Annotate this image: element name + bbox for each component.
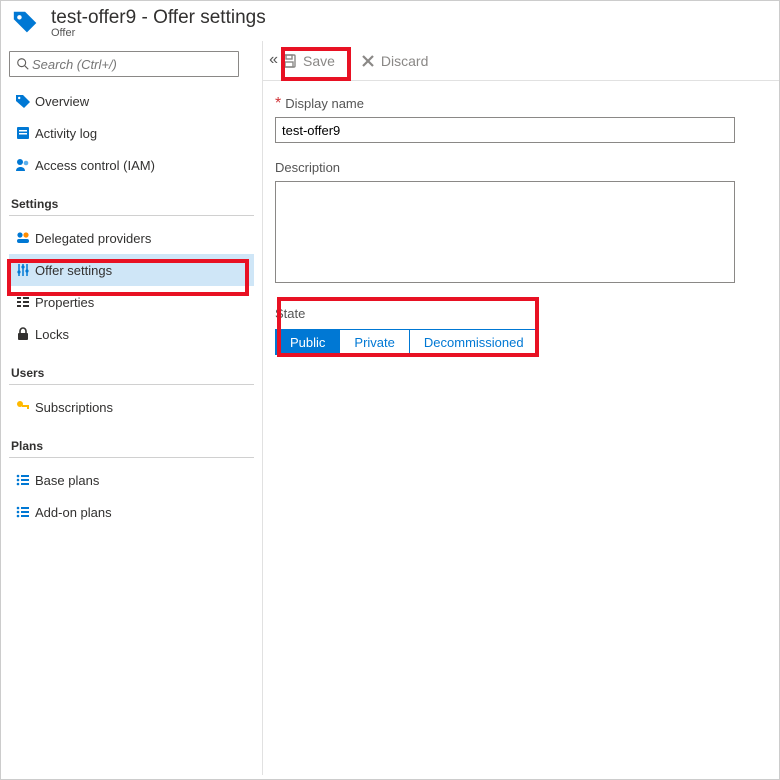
sidebar-search[interactable] <box>9 51 239 77</box>
blade-title: test-offer9 - Offer settings <box>51 7 266 29</box>
offer-tag-icon <box>11 7 41 37</box>
section-users-label: Users <box>11 366 254 380</box>
nav-label: Activity log <box>35 126 97 141</box>
description-label: Description <box>275 160 340 175</box>
required-marker: * <box>275 95 281 112</box>
nav-label: Base plans <box>35 473 99 488</box>
blade-header: test-offer9 - Offer settings Offer <box>1 1 779 41</box>
key-icon <box>11 399 35 415</box>
people-icon <box>11 157 35 173</box>
blade-body: « Overview Activity log Access control (… <box>1 41 779 775</box>
list-icon <box>11 472 35 488</box>
discard-label: Discard <box>381 53 428 69</box>
nav-label: Access control (IAM) <box>35 158 155 173</box>
state-label: State <box>275 306 305 321</box>
discard-button[interactable]: Discard <box>361 53 428 69</box>
nav-label: Delegated providers <box>35 231 151 246</box>
section-settings-label: Settings <box>11 197 254 211</box>
divider <box>9 215 254 216</box>
state-option-private[interactable]: Private <box>339 329 409 355</box>
section-plans-label: Plans <box>11 439 254 453</box>
display-name-input[interactable] <box>275 117 735 143</box>
nav-offer-settings[interactable]: Offer settings <box>9 254 254 286</box>
divider <box>9 384 254 385</box>
state-segmented-control: Public Private Decommissioned <box>275 329 779 355</box>
collapse-sidebar-icon[interactable]: « <box>269 51 278 69</box>
save-icon <box>281 53 297 69</box>
state-option-public[interactable]: Public <box>275 329 340 355</box>
list-icon <box>11 504 35 520</box>
close-icon <box>361 54 375 68</box>
nav-addon-plans[interactable]: Add-on plans <box>9 496 254 528</box>
nav-overview[interactable]: Overview <box>9 85 254 117</box>
nav-activity-log[interactable]: Activity log <box>9 117 254 149</box>
save-button[interactable]: Save <box>281 53 335 69</box>
nav-subscriptions[interactable]: Subscriptions <box>9 391 254 423</box>
app-frame: test-offer9 - Offer settings Offer « Ove… <box>0 0 780 780</box>
display-name-label: Display name <box>285 96 364 111</box>
form-area: * Display name Description State Public P… <box>263 81 779 355</box>
nav-label: Overview <box>35 94 89 109</box>
properties-icon <box>11 294 35 310</box>
nav-locks[interactable]: Locks <box>9 318 254 350</box>
nav-label: Properties <box>35 295 94 310</box>
nav-label: Subscriptions <box>35 400 113 415</box>
divider <box>9 457 254 458</box>
nav-label: Offer settings <box>35 263 112 278</box>
search-input[interactable] <box>30 56 232 73</box>
lock-icon <box>11 326 35 342</box>
description-input[interactable] <box>275 181 735 283</box>
nav-access-control[interactable]: Access control (IAM) <box>9 149 254 181</box>
nav-properties[interactable]: Properties <box>9 286 254 318</box>
sliders-icon <box>11 262 35 278</box>
main-pane: Save Discard *Display name Description S <box>263 41 779 775</box>
command-bar: Save Discard <box>263 41 779 81</box>
sidebar: « Overview Activity log Access control (… <box>1 41 263 775</box>
nav-label: Add-on plans <box>35 505 112 520</box>
state-option-decommissioned[interactable]: Decommissioned <box>409 329 539 355</box>
log-icon <box>11 125 35 141</box>
tag-icon <box>11 93 35 109</box>
nav-label: Locks <box>35 327 69 342</box>
save-label: Save <box>303 53 335 69</box>
nav-delegated-providers[interactable]: Delegated providers <box>9 222 254 254</box>
providers-icon <box>11 230 35 246</box>
nav-base-plans[interactable]: Base plans <box>9 464 254 496</box>
search-icon <box>16 57 30 71</box>
